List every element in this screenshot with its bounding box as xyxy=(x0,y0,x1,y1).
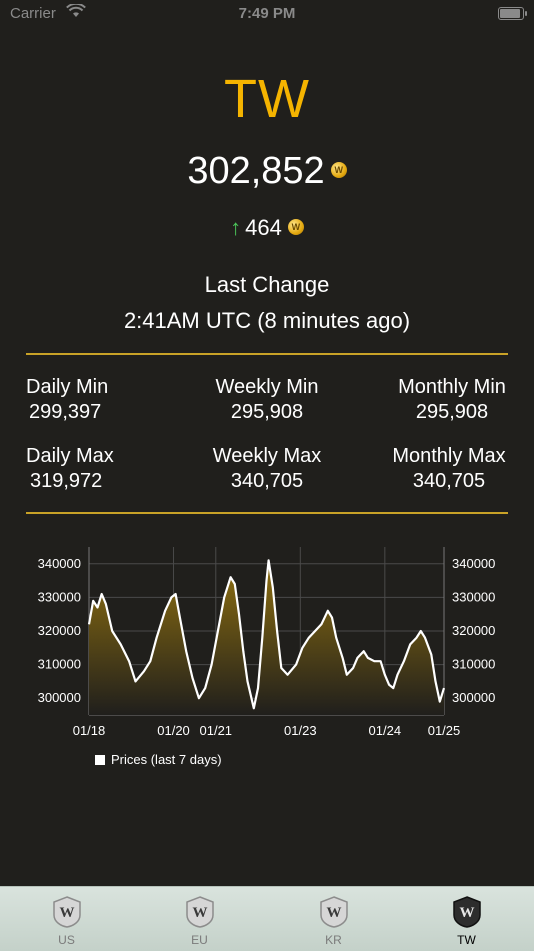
stat-monthly-min: Monthly Min 295,908 xyxy=(388,376,516,424)
current-price: 302,852 W xyxy=(0,150,534,193)
divider-top xyxy=(26,353,508,355)
stat-label: Daily Min xyxy=(26,376,109,398)
wow-token-badge-icon: W xyxy=(185,896,214,928)
y-tick-label-left: 320000 xyxy=(38,623,81,638)
clock-time: 7:49 PM xyxy=(238,5,296,22)
battery-icon xyxy=(498,7,527,20)
stat-daily-max: Daily Max 319,972 xyxy=(26,445,114,493)
gold-coin-icon: W xyxy=(330,161,347,178)
x-tick-label: 01/25 xyxy=(428,723,461,738)
change-value: 464 xyxy=(245,215,282,240)
price-change: ↑ 464 W xyxy=(0,215,534,241)
stat-weekly-min: Weekly Min 295,908 xyxy=(192,376,342,424)
tab-label: TW xyxy=(457,933,476,947)
last-change-label: Last Change xyxy=(204,272,330,297)
tab-label: EU xyxy=(191,933,208,947)
y-tick-label-right: 300000 xyxy=(452,690,495,705)
tab-kr[interactable]: W KR xyxy=(267,887,400,951)
tab-us[interactable]: W US xyxy=(0,887,133,951)
y-tick-label-left: 300000 xyxy=(38,690,81,705)
y-tick-label-left: 330000 xyxy=(38,589,81,604)
svg-text:W: W xyxy=(192,905,207,921)
price-value: 302,852 xyxy=(187,150,325,192)
x-tick-label: 01/23 xyxy=(284,723,317,738)
last-change-time: 2:41AM UTC (8 minutes ago) xyxy=(123,308,411,333)
chart-legend: Prices (last 7 days) xyxy=(95,752,222,767)
y-tick-label-left: 310000 xyxy=(38,657,81,672)
stat-value: 295,908 xyxy=(415,401,489,423)
legend-label: Prices (last 7 days) xyxy=(111,752,222,767)
stat-label: Monthly Max xyxy=(392,445,506,467)
tab-bar: W US W EU W KR W TW xyxy=(0,886,534,951)
stat-label: Weekly Max xyxy=(212,445,322,467)
wow-token-badge-icon: W xyxy=(319,896,348,928)
stat-value: 340,705 xyxy=(412,470,486,492)
y-tick-label-right: 310000 xyxy=(452,657,495,672)
stat-label: Weekly Min xyxy=(215,376,319,398)
x-tick-label: 01/24 xyxy=(369,723,402,738)
stat-daily-min: Daily Min 299,397 xyxy=(26,376,108,424)
region-title: TW xyxy=(224,69,310,129)
status-bar: Carrier 7:49 PM xyxy=(0,0,534,28)
divider-bottom xyxy=(26,512,508,514)
price-chart[interactable]: 340000 340000 330000 330000 320000 320000 3100… xyxy=(0,535,534,785)
wow-token-badge-icon: W xyxy=(52,896,81,928)
wow-token-badge-icon: W xyxy=(452,896,481,928)
x-tick-label: 01/21 xyxy=(200,723,233,738)
stat-monthly-max: Monthly Max 340,705 xyxy=(382,445,516,493)
price-chart-svg: 340000 340000 330000 330000 320000 320000 3100… xyxy=(38,547,495,738)
svg-text:W: W xyxy=(459,905,474,921)
x-tick-label: 01/20 xyxy=(157,723,190,738)
svg-text:W: W xyxy=(326,905,341,921)
stat-value: 340,705 xyxy=(230,470,304,492)
x-tick-label: 01/18 xyxy=(73,723,106,738)
gold-coin-icon: W xyxy=(287,219,304,236)
svg-text:W: W xyxy=(59,905,74,921)
legend-swatch xyxy=(95,754,105,765)
tab-tw[interactable]: W TW xyxy=(400,887,533,951)
stat-weekly-max: Weekly Max 340,705 xyxy=(192,445,342,493)
stat-value: 319,972 xyxy=(30,470,103,492)
tab-label: KR xyxy=(325,933,342,947)
y-tick-label-left: 340000 xyxy=(38,556,81,571)
tab-eu[interactable]: W EU xyxy=(133,887,266,951)
stat-value: 295,908 xyxy=(230,401,304,423)
y-tick-label-right: 330000 xyxy=(452,589,495,604)
y-tick-label-right: 340000 xyxy=(452,556,495,571)
stat-value: 299,397 xyxy=(29,401,102,423)
arrow-up-icon: ↑ xyxy=(230,215,242,240)
y-tick-label-right: 320000 xyxy=(452,623,495,638)
stat-label: Daily Max xyxy=(26,445,114,467)
stat-label: Monthly Min xyxy=(398,376,506,398)
tab-label: US xyxy=(58,933,75,947)
